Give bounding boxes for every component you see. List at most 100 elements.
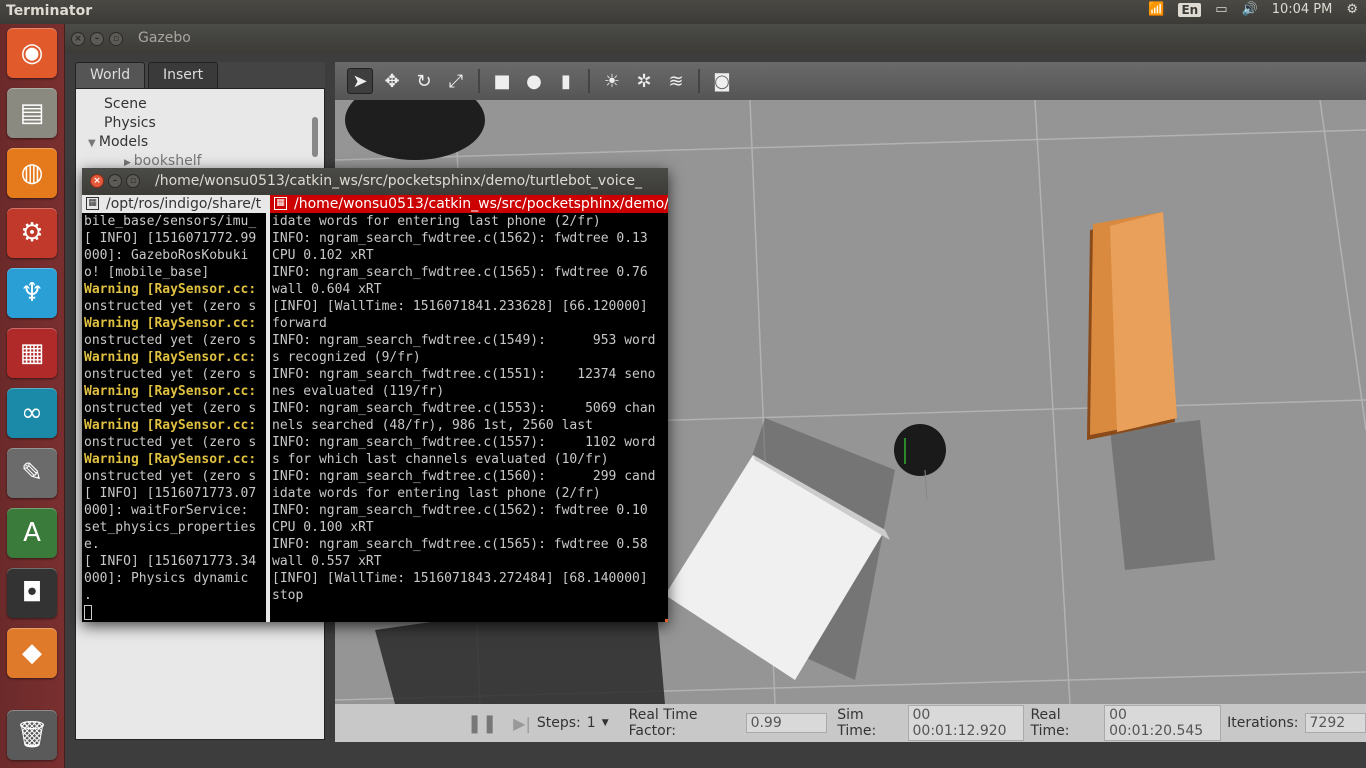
- terminal-line: INFO: ngram_search_fwdtree.c(1562): fwdt…: [272, 231, 648, 246]
- terminal-line: idate words for entering last phone (2/f…: [272, 214, 601, 229]
- point-light-icon[interactable]: ☀: [599, 68, 625, 94]
- step-icon[interactable]: ▶|: [513, 714, 531, 733]
- rotate-icon[interactable]: ↻: [411, 68, 437, 94]
- tab-insert[interactable]: Insert: [148, 62, 219, 88]
- box-shape-icon[interactable]: ■: [489, 68, 515, 94]
- turtlebot-model[interactable]: [894, 424, 946, 476]
- terminal-line: set_physics_properties: [84, 520, 257, 535]
- launcher-terminator-icon[interactable]: ▦: [7, 328, 57, 378]
- text-cursor: [84, 605, 92, 620]
- launcher-arduino-icon[interactable]: ∞: [7, 388, 57, 438]
- collapse-arrow-icon[interactable]: ▶: [124, 158, 134, 168]
- scrollbar[interactable]: [312, 117, 318, 157]
- terminal-line: s for which last channels evaluated (10/…: [272, 452, 609, 467]
- terminal-titlebar: × – ▫ /home/wonsu0513/catkin_ws/src/pock…: [82, 168, 668, 195]
- cylinder-shape-icon[interactable]: ▮: [553, 68, 579, 94]
- terminal-line: onstructed yet (zero s: [84, 299, 257, 314]
- terminal-line: nes evaluated (119/fr): [272, 384, 445, 399]
- maximize-icon[interactable]: ▫: [126, 174, 140, 188]
- close-icon[interactable]: ×: [71, 32, 85, 46]
- pane-titlebar: ▦ /opt/ros/indigo/share/t: [82, 195, 266, 213]
- scale-icon[interactable]: ⤢: [443, 68, 469, 94]
- tree-item-physics[interactable]: Physics: [76, 114, 324, 133]
- maximize-icon[interactable]: ▫: [109, 32, 123, 46]
- terminal-line: [INFO] [WallTime: 1516071841.233628] [66…: [272, 299, 648, 314]
- terminal-line: wall 0.604 xRT: [272, 282, 382, 297]
- terminal-line: stop: [272, 588, 304, 603]
- tree-item-label: Models: [98, 134, 149, 150]
- launcher-ubuntu-dash-icon[interactable]: ◉: [7, 28, 57, 78]
- wifi-icon[interactable]: 📶: [1148, 2, 1164, 17]
- clock[interactable]: 10:04 PM: [1272, 2, 1333, 17]
- terminal-line: [ INFO] [1516071773.34: [84, 554, 257, 569]
- sphere-shape-icon[interactable]: ●: [521, 68, 547, 94]
- terminal-line: Warning [RaySensor.cc:: [84, 316, 257, 331]
- pause-icon[interactable]: ❚❚: [467, 713, 497, 734]
- top-panel: Terminator 📶 En ▭ 🔊 10:04 PM ⚙: [0, 0, 1366, 24]
- terminal-output: idate words for entering last phone (2/f…: [270, 213, 668, 604]
- terminal-line: INFO: ngram_search_fwdtree.c(1562): fwdt…: [272, 503, 648, 518]
- system-tray: 📶 En ▭ 🔊 10:04 PM ⚙: [1148, 2, 1358, 17]
- terminal-line: Warning [RaySensor.cc:: [84, 452, 257, 467]
- terminal-line: Warning [RaySensor.cc:: [84, 282, 257, 297]
- translate-icon[interactable]: ✥: [379, 68, 405, 94]
- launcher-disk-icon[interactable]: ◘: [7, 568, 57, 618]
- sim-time-label: Sim Time:: [837, 707, 877, 739]
- terminal-line: o! [mobile_base]: [84, 265, 210, 280]
- keyboard-layout-indicator[interactable]: En: [1178, 2, 1202, 17]
- terminal-group-icon[interactable]: ▦: [86, 197, 99, 210]
- select-arrow-icon[interactable]: ➤: [347, 68, 373, 94]
- terminal-line: onstructed yet (zero s: [84, 469, 257, 484]
- expand-arrow-icon[interactable]: ▼: [88, 138, 99, 149]
- terminal-line: Warning [RaySensor.cc:: [84, 350, 257, 365]
- gear-icon[interactable]: ⚙: [1346, 2, 1358, 17]
- terminal-line: onstructed yet (zero s: [84, 333, 257, 348]
- volume-icon[interactable]: 🔊: [1242, 2, 1258, 17]
- launcher-gecko-icon[interactable]: ♆: [7, 268, 57, 318]
- terminal-line: INFO: ngram_search_fwdtree.c(1560): 299 …: [272, 469, 656, 484]
- launcher-files-icon[interactable]: ▤: [7, 88, 57, 138]
- terminal-line: [ INFO] [1516071772.99: [84, 231, 257, 246]
- terminal-pane-right[interactable]: ▦ /home/wonsu0513/catkin_ws/src/pocketsph…: [270, 195, 668, 622]
- launcher-sublime-icon[interactable]: ◆: [7, 628, 57, 678]
- minimize-icon[interactable]: –: [90, 32, 104, 46]
- terminal-line: CPU 0.102 xRT: [272, 248, 374, 263]
- launcher-system-settings-icon[interactable]: ⚙: [7, 208, 57, 258]
- launcher-text-editor-icon[interactable]: ✎: [7, 448, 57, 498]
- tree-item-models[interactable]: ▼ Models: [76, 133, 324, 152]
- tree-item-label: bookshelf: [133, 153, 202, 169]
- steps-dropdown-icon[interactable]: ▼: [602, 718, 609, 728]
- terminal-line: s recognized (9/fr): [272, 350, 421, 365]
- terminal-line: INFO: ngram_search_fwdtree.c(1549): 953 …: [272, 333, 656, 348]
- battery-icon[interactable]: ▭: [1215, 2, 1227, 17]
- terminal-pane-left[interactable]: ▦ /opt/ros/indigo/share/t bile_base/senso…: [82, 195, 266, 622]
- shelf-shadow: [1110, 420, 1215, 570]
- real-time-label: Real Time:: [1030, 707, 1070, 739]
- terminal-line: 000]: Physics dynamic: [84, 571, 249, 586]
- camera-icon[interactable]: ◙: [709, 68, 735, 94]
- steps-value[interactable]: 1: [587, 715, 596, 731]
- terminal-line: INFO: ngram_search_fwdtree.c(1551): 1237…: [272, 367, 656, 382]
- minimize-icon[interactable]: –: [108, 174, 122, 188]
- steps-label: Steps:: [536, 715, 581, 731]
- terminator-window: × – ▫ /home/wonsu0513/catkin_ws/src/pock…: [82, 168, 668, 622]
- scene-toolbar: ➤ ✥ ↻ ⤢ ■ ● ▮ ☀ ✲ ≋ ◙: [335, 62, 1366, 100]
- launcher-trash-icon[interactable]: 🗑: [7, 710, 57, 760]
- pane-titlebar: ▦ /home/wonsu0513/catkin_ws/src/pocketsph…: [270, 195, 668, 213]
- toolbar-separator: [588, 69, 590, 93]
- simulation-status-bar: ❚❚ ▶| Steps: 1 ▼ Real Time Factor: 0.99 …: [335, 704, 1366, 742]
- tree-item-scene[interactable]: Scene: [76, 95, 324, 114]
- spot-light-icon[interactable]: ✲: [631, 68, 657, 94]
- scrollbar[interactable]: [665, 619, 668, 622]
- terminal-line: forward: [272, 316, 327, 331]
- close-icon[interactable]: ×: [90, 174, 104, 188]
- real-time-value: 00 00:01:20.545: [1104, 705, 1222, 741]
- tab-world[interactable]: World: [75, 62, 146, 88]
- launcher-software-updater-icon[interactable]: A: [7, 508, 57, 558]
- terminal-line: [INFO] [WallTime: 1516071843.272484] [68…: [272, 571, 648, 586]
- launcher-firefox-icon[interactable]: ◍: [7, 148, 57, 198]
- terminal-line: INFO: ngram_search_fwdtree.c(1553): 5069…: [272, 401, 656, 416]
- directional-light-icon[interactable]: ≋: [663, 68, 689, 94]
- terminal-line: .: [84, 588, 92, 603]
- terminal-group-icon[interactable]: ▦: [274, 197, 287, 210]
